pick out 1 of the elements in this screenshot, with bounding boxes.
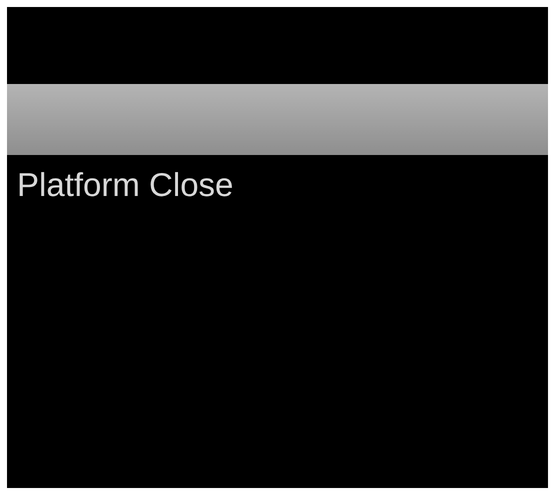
list-item[interactable]: Platform Close <box>7 155 548 215</box>
